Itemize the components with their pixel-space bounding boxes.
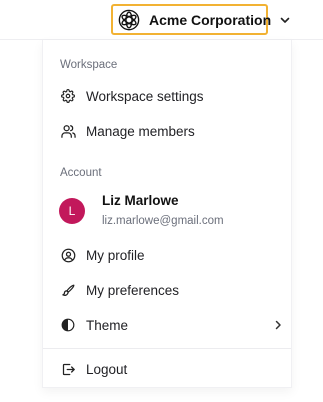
my-preferences-label: My preferences bbox=[86, 282, 180, 298]
user-circle-icon bbox=[59, 246, 77, 264]
org-logo-icon bbox=[118, 8, 140, 32]
user-email: liz.marlowe@gmail.com bbox=[102, 215, 224, 227]
avatar: L bbox=[59, 198, 85, 224]
theme-label: Theme bbox=[86, 317, 129, 333]
menu-divider bbox=[43, 348, 291, 349]
contrast-icon bbox=[59, 316, 77, 334]
manage-members-label: Manage members bbox=[86, 123, 195, 139]
my-profile-label: My profile bbox=[86, 247, 145, 263]
brush-icon bbox=[59, 281, 77, 299]
workspace-section-label: Workspace bbox=[60, 59, 118, 71]
my-preferences-item[interactable]: My preferences bbox=[43, 274, 291, 306]
logout-icon bbox=[59, 360, 77, 378]
account-dropdown-menu: Workspace Workspace settings Manage memb… bbox=[42, 40, 292, 388]
logout-label: Logout bbox=[86, 361, 128, 377]
top-bar: Acme Corporation bbox=[0, 0, 323, 40]
workspace-settings-label: Workspace settings bbox=[86, 88, 204, 104]
theme-item[interactable]: Theme bbox=[43, 309, 291, 341]
workspace-settings-item[interactable]: Workspace settings bbox=[43, 80, 291, 112]
user-name: Liz Marlowe bbox=[102, 193, 179, 208]
my-profile-item[interactable]: My profile bbox=[43, 239, 291, 271]
current-user: L Liz Marlowe liz.marlowe@gmail.com bbox=[43, 189, 291, 231]
account-section-label: Account bbox=[60, 167, 102, 179]
users-icon bbox=[59, 122, 77, 140]
manage-members-item[interactable]: Manage members bbox=[43, 115, 291, 147]
chevron-right-icon bbox=[271, 318, 285, 332]
gear-icon bbox=[59, 87, 77, 105]
organization-switcher[interactable]: Acme Corporation bbox=[111, 4, 272, 35]
organization-name: Acme Corporation bbox=[149, 11, 272, 28]
logout-item[interactable]: Logout bbox=[43, 353, 291, 385]
chevron-down-icon[interactable] bbox=[276, 11, 294, 29]
